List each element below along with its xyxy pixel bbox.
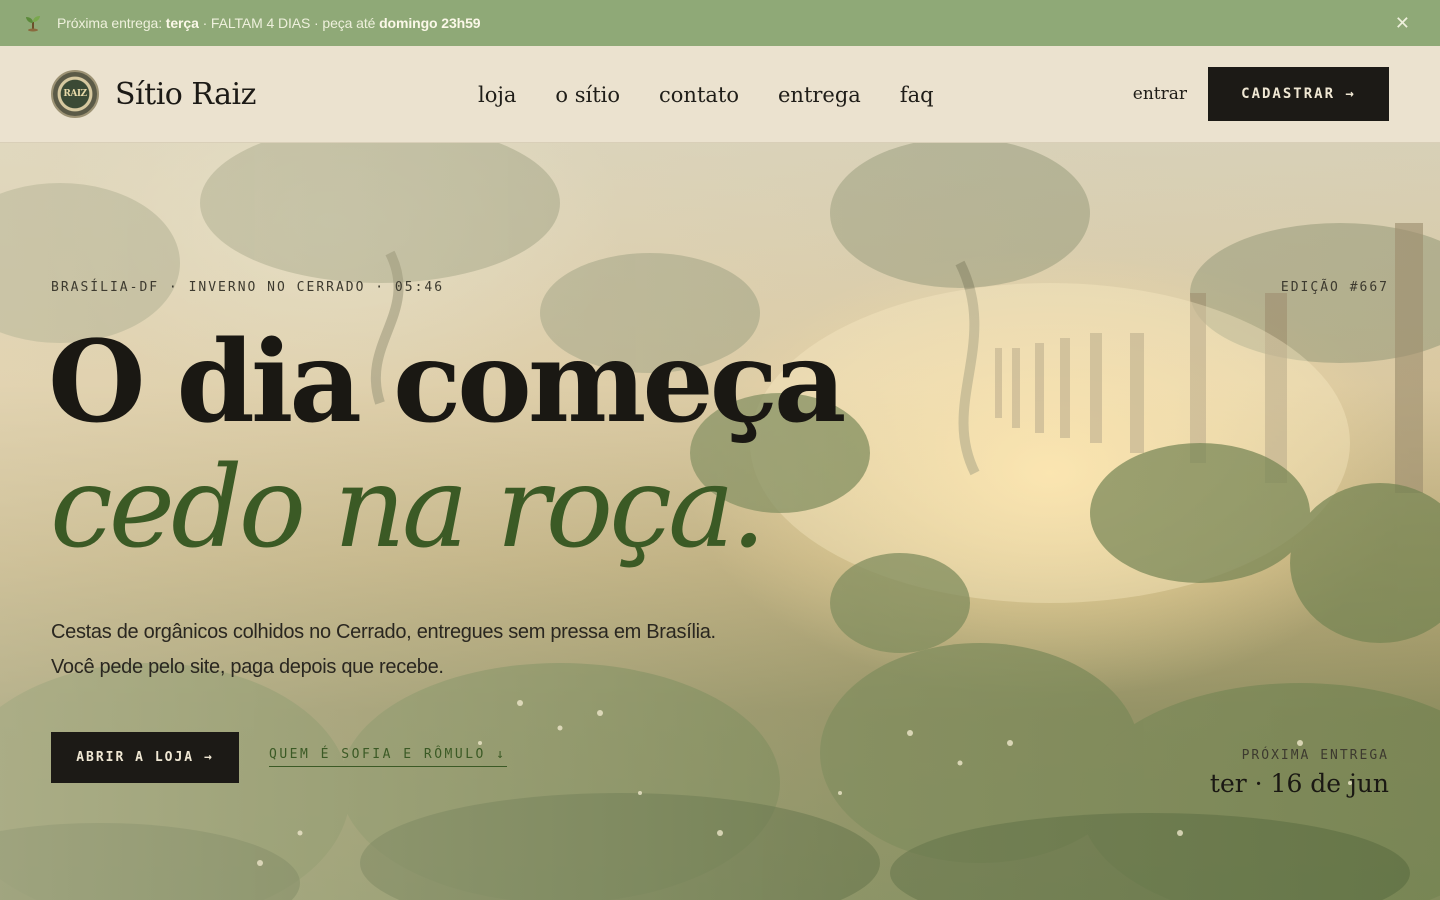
header-actions: entrar CADASTRAR →: [1133, 67, 1389, 121]
nav-item-contato[interactable]: contato: [659, 83, 739, 107]
close-icon[interactable]: ✕: [1395, 13, 1410, 33]
headline-line-2: cedo na roça.: [50, 443, 766, 573]
site-header: RAIZ Sítio Raiz loja o sítio contato ent…: [0, 46, 1440, 143]
logo-badge-text: RAIZ: [63, 89, 87, 99]
main-nav: loja o sítio contato entrega faq: [478, 46, 934, 143]
order-deadline: domingo 23h59: [379, 15, 481, 31]
open-shop-button[interactable]: ABRIR A LOJA →: [51, 732, 239, 783]
nav-item-faq[interactable]: faq: [900, 83, 934, 107]
announcement-text: Próxima entrega: terça · FALTAM 4 DIAS ·…: [57, 15, 481, 31]
edition-number: EDIÇÃO #667: [1280, 280, 1389, 295]
delivery-day: terça: [165, 15, 199, 31]
logo-badge[interactable]: RAIZ: [51, 70, 99, 118]
signup-button[interactable]: CADASTRAR →: [1208, 67, 1389, 121]
hero-lead-line-1: Cestas de orgânicos colhidos no Cerrado,…: [51, 621, 716, 643]
brand-name[interactable]: Sítio Raiz: [115, 77, 256, 112]
nav-item-o-sitio[interactable]: o sítio: [555, 83, 620, 107]
nav-item-loja[interactable]: loja: [478, 83, 516, 107]
hero-lead: Cestas de orgânicos colhidos no Cerrado,…: [51, 615, 811, 685]
about-founders-link[interactable]: QUEM É SOFIA E RÔMULO ↓: [269, 747, 507, 767]
login-link[interactable]: entrar: [1133, 84, 1187, 104]
next-delivery-date: ter · 16 de jun: [1209, 769, 1389, 798]
hero-kicker: BRASÍLIA-DF · INVERNO NO CERRADO · 05:46: [51, 280, 445, 295]
announcement-bar: Próxima entrega: terça · FALTAM 4 DIAS ·…: [0, 0, 1440, 46]
headline-line-1: O dia começa: [48, 317, 846, 448]
hero-section: BRASÍLIA-DF · INVERNO NO CERRADO · 05:46…: [0, 143, 1440, 900]
sprout-icon: [24, 14, 42, 32]
next-delivery-label: PRÓXIMA ENTREGA: [1241, 748, 1389, 763]
hero-lead-line-2: Você pede pelo site, paga depois que rec…: [51, 656, 444, 678]
nav-item-entrega[interactable]: entrega: [778, 83, 861, 107]
